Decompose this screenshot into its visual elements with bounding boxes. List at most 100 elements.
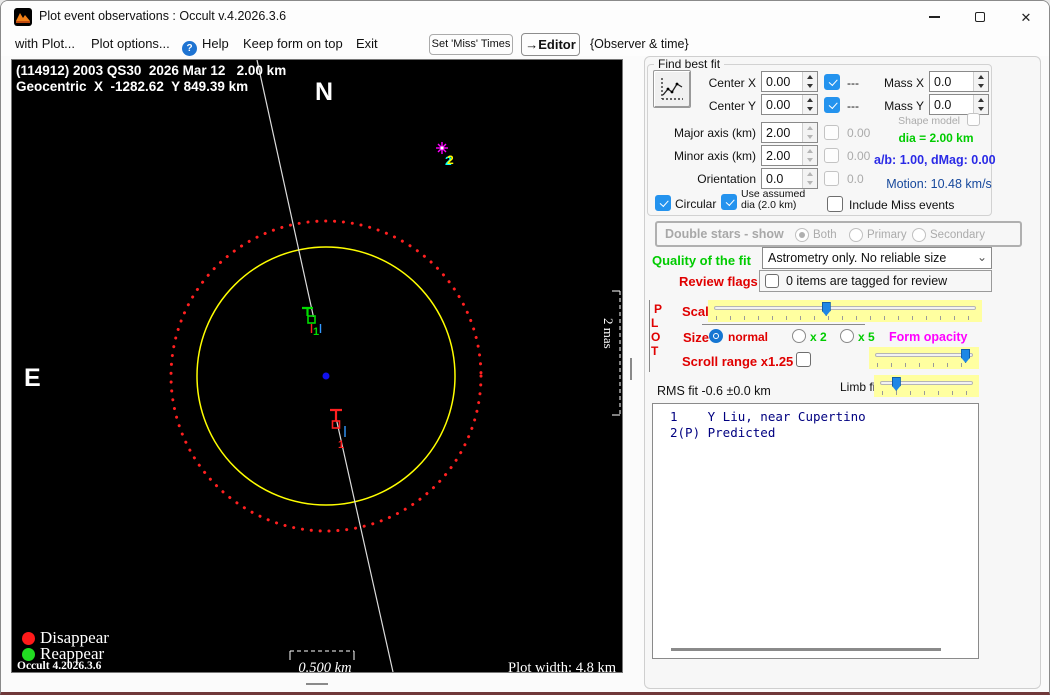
- center-y-down[interactable]: [803, 104, 817, 114]
- opacity-slider-thumb[interactable]: [961, 349, 971, 363]
- orientation-up[interactable]: [803, 169, 817, 179]
- editor-button[interactable]: →Editor: [521, 33, 580, 56]
- double-primary-radio[interactable]: [849, 228, 863, 242]
- major-aux-value: 0.00: [847, 126, 871, 140]
- menu-with-plot[interactable]: with Plot...: [15, 36, 75, 51]
- fit-center-y-checkbox[interactable]: [824, 97, 840, 113]
- use-assumed-line2: dia (2.0 km): [741, 199, 797, 211]
- north-label: N: [315, 78, 334, 106]
- hscrollbar-thumb[interactable]: [306, 683, 328, 685]
- form-opacity-slider[interactable]: [869, 347, 979, 369]
- check-icon: [828, 99, 837, 109]
- plot-canvas[interactable]: 1 1 2 2 (114912) 2003 QS30 2026 Mar 12 2…: [11, 59, 623, 676]
- reappear-marker: 1: [302, 306, 322, 338]
- minimize-button[interactable]: [911, 1, 957, 33]
- observation-row[interactable]: 2(P) Predicted: [653, 425, 978, 441]
- close-icon: ✕: [1020, 9, 1032, 25]
- center-x-down[interactable]: [803, 81, 817, 91]
- mass-x-label: Mass X: [883, 76, 924, 90]
- center-y-value: 0.00: [766, 98, 791, 112]
- fit-orientation-checkbox[interactable]: [824, 171, 839, 186]
- major-up[interactable]: [803, 123, 817, 133]
- size-group-border: [702, 324, 865, 325]
- disappear-marker: 1: [330, 408, 346, 451]
- listbox-hscroll-thumb[interactable]: [671, 648, 941, 651]
- rms-fit-readout: RMS fit -0.6 ±0.0 km: [657, 384, 771, 398]
- review-flags-checkbox[interactable]: [765, 274, 779, 288]
- quality-combobox[interactable]: Astrometry only. No reliable size ⌄: [762, 247, 992, 269]
- major-axis-spinner[interactable]: 2.00: [761, 122, 818, 143]
- maximize-button[interactable]: [957, 1, 1003, 33]
- double-primary-label: Primary: [867, 229, 907, 241]
- center-x-spinner[interactable]: 0.00: [761, 71, 818, 92]
- mass-x-spinner[interactable]: 0.0: [929, 71, 989, 92]
- double-both-label: Both: [813, 229, 837, 241]
- minor-up[interactable]: [803, 146, 817, 156]
- minor-down[interactable]: [803, 155, 817, 165]
- set-miss-times-button[interactable]: Set 'Miss' Times: [429, 34, 513, 55]
- size-x5-radio[interactable]: [840, 329, 854, 343]
- limb-slider-thumb[interactable]: [891, 377, 901, 391]
- double-stars-group: Double stars - show Both Primary Seconda…: [655, 221, 1022, 247]
- app-window: Plot event observations : Occult v.4.202…: [0, 0, 1050, 695]
- limb-fit-slider[interactable]: [874, 375, 979, 397]
- fit-major-checkbox[interactable]: [824, 125, 839, 140]
- close-button[interactable]: ✕: [1003, 1, 1049, 33]
- scroll-range-label: Scroll range x1.25: [682, 354, 794, 369]
- mass-y-spinner[interactable]: 0.0: [929, 94, 989, 115]
- minor-aux-value: 0.00: [847, 149, 871, 163]
- center-x-up[interactable]: [803, 72, 817, 82]
- menu-plot-options[interactable]: Plot options...: [91, 36, 170, 51]
- chart-icon: [661, 78, 683, 100]
- scale-slider-thumb[interactable]: [821, 302, 831, 316]
- size-x2-radio[interactable]: [792, 329, 806, 343]
- run-fit-button[interactable]: [653, 70, 691, 108]
- mass-x-value: 0.0: [934, 75, 952, 89]
- plot-hscrollbar[interactable]: [11, 673, 623, 692]
- menu-exit[interactable]: Exit: [356, 36, 378, 51]
- size-x2-label: x 2: [810, 330, 827, 344]
- use-assumed-checkbox[interactable]: [721, 194, 737, 210]
- shape-model-label: Shape model: [898, 115, 960, 127]
- scroll-range-checkbox[interactable]: [796, 352, 811, 367]
- vscrollbar-thumb[interactable]: [630, 358, 632, 380]
- center-dot: [322, 372, 330, 380]
- version-label: Occult 4.2026.3.6: [17, 660, 102, 672]
- mass-y-up[interactable]: [974, 95, 988, 105]
- orientation-spinner[interactable]: 0.0: [761, 168, 818, 189]
- major-axis-value: 2.00: [766, 126, 791, 140]
- major-down[interactable]: [803, 132, 817, 142]
- center-y-spinner[interactable]: 0.00: [761, 94, 818, 115]
- circular-label: Circular: [675, 197, 717, 211]
- plot-group-border: [649, 300, 650, 372]
- menu-help[interactable]: ? Help: [182, 36, 229, 56]
- scale-slider-ticks: [716, 316, 974, 320]
- minimize-icon: [928, 16, 940, 18]
- double-secondary-radio[interactable]: [912, 228, 926, 242]
- include-miss-checkbox[interactable]: [827, 196, 843, 212]
- center-y-up[interactable]: [803, 95, 817, 105]
- minor-axis-spinner[interactable]: 2.00: [761, 145, 818, 166]
- disappear-legend-dot: [22, 632, 35, 645]
- fit-center-x-checkbox[interactable]: [824, 74, 840, 90]
- menu-keep-on-top[interactable]: Keep form on top: [243, 36, 343, 51]
- observations-listbox[interactable]: 1 Y Liu, near Cupertino 2(P) Predicted: [652, 403, 979, 659]
- fit-minor-checkbox[interactable]: [824, 148, 839, 163]
- predicted-star-marker: 2 2: [436, 142, 454, 168]
- plot-letter-t: T: [651, 344, 659, 358]
- check-icon: [725, 196, 734, 206]
- circular-checkbox[interactable]: [655, 195, 671, 211]
- mass-x-down[interactable]: [974, 81, 988, 91]
- check-icon: [828, 76, 837, 86]
- diameter-readout: dia = 2.00 km: [898, 131, 974, 145]
- orientation-down[interactable]: [803, 178, 817, 188]
- title-bar[interactable]: Plot event observations : Occult v.4.202…: [1, 1, 1049, 33]
- double-both-radio[interactable]: [795, 228, 809, 242]
- scale-slider[interactable]: [708, 300, 982, 322]
- plot-vscrollbar[interactable]: [623, 59, 641, 673]
- shape-model-checkbox[interactable]: [967, 113, 980, 126]
- observation-row[interactable]: 1 Y Liu, near Cupertino: [653, 409, 978, 425]
- chord-line-upper: [256, 60, 315, 318]
- size-normal-radio[interactable]: [709, 329, 723, 343]
- mass-x-up[interactable]: [974, 72, 988, 82]
